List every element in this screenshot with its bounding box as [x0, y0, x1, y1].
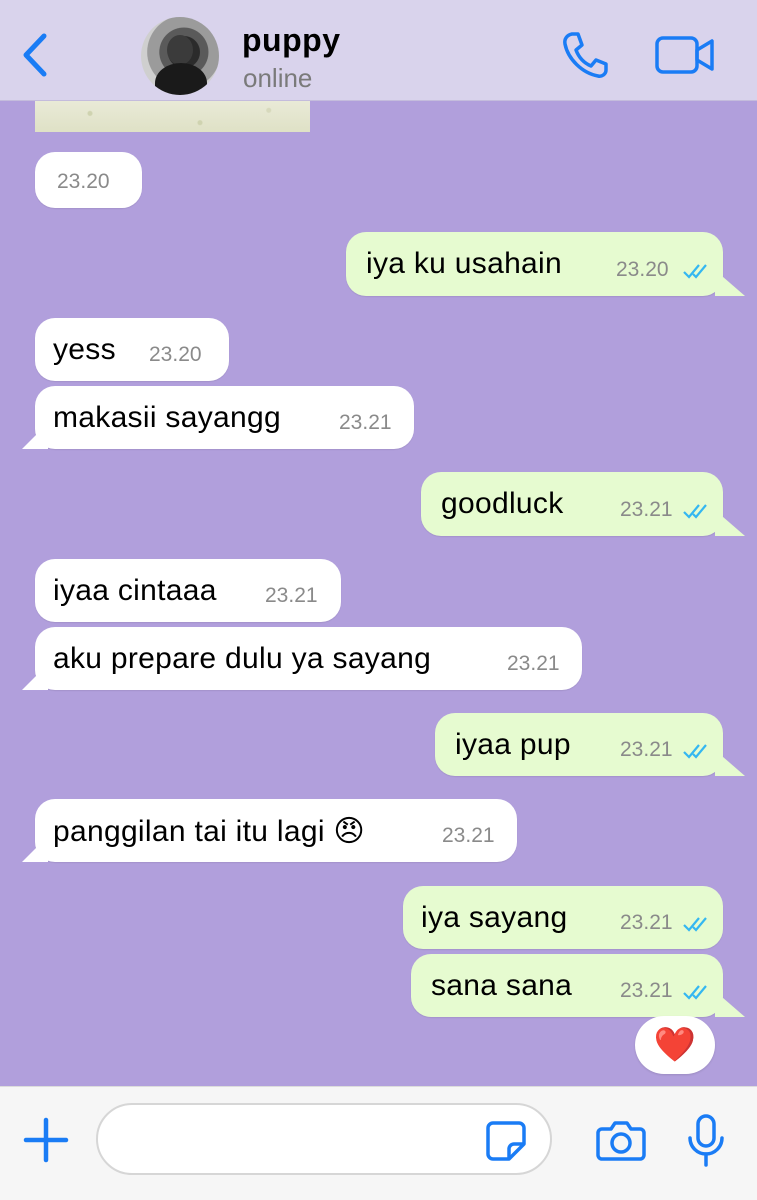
avatar-body [155, 63, 207, 95]
message-text: yess [53, 333, 116, 366]
message-text: iyaa cintaaa [53, 574, 217, 607]
sticker-icon[interactable] [485, 1120, 527, 1162]
image-caption-bubble: 23.20 [35, 152, 142, 208]
message-text: sana sana [431, 969, 573, 1002]
double-check-icon [683, 917, 707, 932]
contact-name[interactable]: puppy [242, 22, 340, 59]
microphone-icon[interactable] [687, 1114, 725, 1168]
message-time: 23.21 [442, 824, 495, 847]
message-outgoing[interactable]: iya sayang 23.21 [403, 886, 723, 949]
message-incoming[interactable]: makasii sayangg 23.21 [35, 386, 414, 449]
message-time: 23.20 [149, 343, 202, 366]
message-time: 23.21 [620, 979, 673, 1002]
message-outgoing[interactable]: sana sana 23.21 [411, 954, 723, 1017]
heart-reaction[interactable]: ❤️ [635, 1016, 715, 1074]
heart-icon: ❤️ [653, 1026, 697, 1064]
composer-bar [0, 1086, 757, 1200]
message-text: makasii sayangg [53, 401, 281, 434]
double-check-icon [683, 264, 707, 279]
message-text: panggilan tai itu lagi 😠 [53, 815, 366, 848]
message-time: 23.21 [265, 584, 318, 607]
avatar-face [167, 35, 193, 65]
plus-icon[interactable] [22, 1116, 70, 1164]
double-check-icon [683, 985, 707, 1000]
shared-image-thumbnail[interactable] [35, 101, 310, 132]
camera-icon[interactable] [596, 1119, 646, 1161]
message-time: 23.20 [57, 170, 110, 193]
video-camera-icon[interactable] [654, 34, 716, 76]
message-outgoing[interactable]: goodluck 23.21 [421, 472, 723, 536]
message-outgoing[interactable]: iyaa pup 23.21 [435, 713, 723, 776]
back-chevron-icon[interactable] [18, 30, 52, 80]
message-text: goodluck [441, 487, 564, 520]
message-text: aku prepare dulu ya sayang [53, 642, 432, 675]
message-time: 23.21 [339, 411, 392, 434]
message-time: 23.20 [616, 258, 669, 281]
phone-icon[interactable] [560, 30, 608, 80]
contact-status: online [243, 63, 313, 93]
double-check-icon [683, 744, 707, 759]
message-time: 23.21 [620, 738, 673, 761]
message-outgoing[interactable]: iya ku usahain 23.20 [346, 232, 723, 296]
message-input[interactable] [96, 1103, 552, 1175]
message-incoming[interactable]: aku prepare dulu ya sayang 23.21 [35, 627, 582, 690]
message-text: iya sayang [421, 901, 568, 934]
double-check-icon [683, 504, 707, 519]
message-incoming[interactable]: iyaa cintaaa 23.21 [35, 559, 341, 622]
chat-header: puppy online [0, 0, 757, 101]
message-time: 23.21 [620, 498, 673, 521]
message-text: iyaa pup [455, 728, 571, 761]
message-incoming[interactable]: panggilan tai itu lagi 😠 23.21 [35, 799, 517, 862]
avatar[interactable] [141, 17, 219, 95]
message-incoming[interactable]: yess 23.20 [35, 318, 229, 381]
message-time: 23.21 [620, 911, 673, 934]
message-text: iya ku usahain [366, 247, 562, 280]
message-time: 23.21 [507, 652, 560, 675]
